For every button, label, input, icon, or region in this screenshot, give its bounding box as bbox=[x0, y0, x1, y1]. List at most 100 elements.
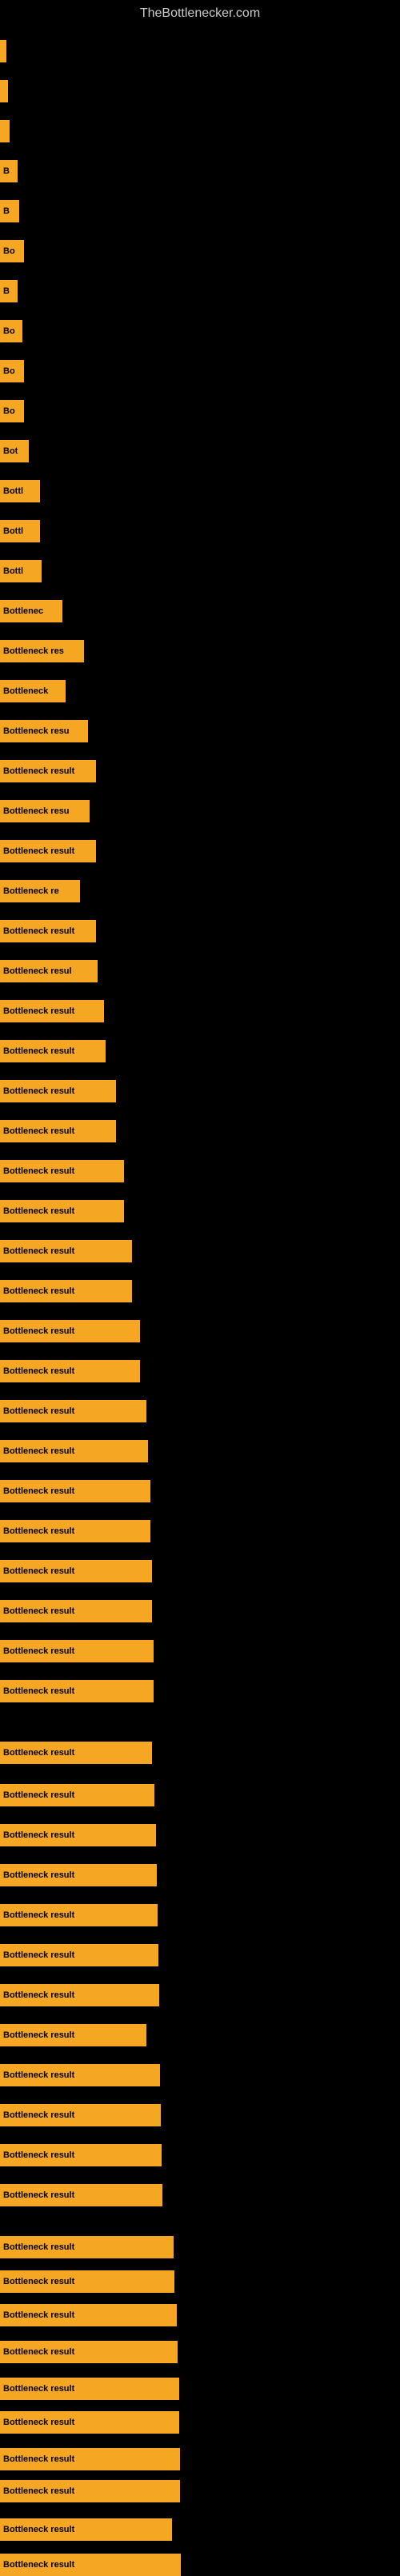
bar-item: Bo bbox=[0, 320, 22, 342]
bar-item: Bottleneck result bbox=[0, 2341, 178, 2363]
bar-item: Bottleneck result bbox=[0, 1280, 132, 1302]
bar-item: Bottleneck result bbox=[0, 2144, 162, 2166]
bar-item: Bo bbox=[0, 400, 24, 422]
bar-item: Bottleneck result bbox=[0, 2411, 179, 2434]
bar-label: Bottleneck result bbox=[3, 926, 74, 936]
bar-item: Bottleneck resu bbox=[0, 720, 88, 742]
bar-label: Bottleneck result bbox=[3, 1366, 74, 1376]
bar-label: Bottleneck result bbox=[3, 2190, 74, 2200]
bar-label: B bbox=[3, 166, 10, 176]
bar-item: Bottleneck result bbox=[0, 2270, 174, 2293]
bar-label: Bottleneck result bbox=[3, 1486, 74, 1496]
bar-item: Bottleneck result bbox=[0, 1200, 124, 1222]
bar-item: Bottleneck result bbox=[0, 1784, 154, 1806]
bar-label: Bottleneck result bbox=[3, 2030, 74, 2040]
site-title: TheBottlenecker.com bbox=[0, 0, 400, 27]
bar-item: Bottleneck resul bbox=[0, 960, 98, 982]
bar-label: Bottleneck result bbox=[3, 1748, 74, 1758]
bar-label: Bo bbox=[3, 246, 15, 256]
bar-item: Bottleneck result bbox=[0, 1320, 140, 1342]
bar-label: Bottleneck result bbox=[3, 1606, 74, 1616]
bar-label: Bottleneck result bbox=[3, 1246, 74, 1256]
bar-item: Bottleneck result bbox=[0, 1742, 152, 1764]
bar-label: Bottl bbox=[3, 526, 23, 536]
bar-item: Bot bbox=[0, 440, 29, 462]
bar-label: Bottleneck result bbox=[3, 1166, 74, 1176]
bar-item: Bottleneck result bbox=[0, 840, 96, 862]
bar-item: Bottleneck result bbox=[0, 2104, 161, 2126]
bar-label: Bottleneck result bbox=[3, 2454, 74, 2464]
bar-label: B bbox=[3, 286, 10, 296]
bar-label: Bottleneck result bbox=[3, 1870, 74, 1880]
bar-item: Bottleneck result bbox=[0, 920, 96, 942]
bar-label: Bottlenec bbox=[3, 606, 43, 616]
bar-item: Bo bbox=[0, 360, 24, 382]
bar-item: Bottleneck result bbox=[0, 1864, 157, 1886]
bar-item: Bottleneck result bbox=[0, 1240, 132, 1262]
bar-label: Bottleneck result bbox=[3, 2310, 74, 2320]
bar-item: Bottleneck result bbox=[0, 1160, 124, 1182]
bar-item: Bottleneck re bbox=[0, 880, 80, 902]
bar-label: Bottleneck result bbox=[3, 1286, 74, 1296]
bar-item: Bo bbox=[0, 240, 24, 262]
bar-label: Bottleneck result bbox=[3, 2150, 74, 2160]
bar-label: Bottleneck res bbox=[3, 646, 64, 656]
bar-label: Bottleneck result bbox=[3, 1126, 74, 1136]
bar-item: Bottleneck result bbox=[0, 2378, 179, 2400]
bar-item: Bottl bbox=[0, 480, 40, 502]
bar-label: Bottleneck result bbox=[3, 1406, 74, 1416]
bar-item: Bottleneck result bbox=[0, 1600, 152, 1622]
bar-item bbox=[0, 40, 6, 62]
bar-label: Bottleneck result bbox=[3, 1086, 74, 1096]
bar-item: Bottleneck result bbox=[0, 2024, 146, 2046]
bar-label: B bbox=[3, 206, 10, 216]
bar-label: Bottleneck result bbox=[3, 2384, 74, 2394]
bar-item: Bottleneck result bbox=[0, 1824, 156, 1846]
bar-item: Bottleneck result bbox=[0, 1360, 140, 1382]
bar-label: Bottleneck resul bbox=[3, 966, 72, 976]
bar-item: Bottleneck result bbox=[0, 760, 96, 782]
bar-label: Bottleneck result bbox=[3, 2110, 74, 2120]
bar-item: Bottl bbox=[0, 520, 40, 542]
bar-label: Bot bbox=[3, 446, 18, 456]
bar-item: Bottleneck result bbox=[0, 1040, 106, 1062]
bar-item: Bottleneck result bbox=[0, 2448, 180, 2470]
bar-label: Bottleneck result bbox=[3, 2347, 74, 2357]
bar-label: Bo bbox=[3, 366, 15, 376]
bar-item: Bottleneck result bbox=[0, 1520, 150, 1542]
bar-item: Bottleneck res bbox=[0, 640, 84, 662]
bar-label: Bottl bbox=[3, 486, 23, 496]
bar-item: Bottleneck result bbox=[0, 1440, 148, 1462]
bar-label: Bottleneck re bbox=[3, 886, 59, 896]
bar-item: Bottleneck result bbox=[0, 1640, 154, 1662]
bar-label: Bottleneck bbox=[3, 686, 48, 696]
bar-label: Bottleneck result bbox=[3, 1446, 74, 1456]
bar-label: Bottleneck result bbox=[3, 2277, 74, 2286]
bar-item: Bottleneck bbox=[0, 680, 66, 702]
bar-item: B bbox=[0, 200, 19, 222]
bar-item: Bottleneck result bbox=[0, 2064, 160, 2086]
bar-item: Bottleneck result bbox=[0, 2304, 177, 2326]
bar-label: Bottleneck result bbox=[3, 1646, 74, 1656]
bar-item: Bottleneck resu bbox=[0, 800, 90, 822]
bar-label: Bottleneck result bbox=[3, 1990, 74, 2000]
bar-label: Bottl bbox=[3, 566, 23, 576]
bar-item: Bottleneck result bbox=[0, 2554, 181, 2576]
bar-item: Bottleneck result bbox=[0, 1000, 104, 1022]
bar-label: Bottleneck resu bbox=[3, 806, 70, 816]
bar-item: Bottleneck result bbox=[0, 1904, 158, 1926]
bar-label: Bo bbox=[3, 406, 15, 416]
bar-label: Bottleneck result bbox=[3, 1326, 74, 1336]
bar-item: Bottleneck result bbox=[0, 1080, 116, 1102]
bar-item: Bottleneck result bbox=[0, 1944, 158, 1966]
bar-item bbox=[0, 80, 8, 102]
bar-item: Bottleneck result bbox=[0, 2518, 172, 2541]
bar-item: Bottleneck result bbox=[0, 2184, 162, 2206]
bar-item: Bottleneck result bbox=[0, 1984, 159, 2006]
bar-item: Bottleneck result bbox=[0, 1680, 154, 1702]
bar-label: Bottleneck result bbox=[3, 2242, 74, 2252]
bar-item: Bottleneck result bbox=[0, 1560, 152, 1582]
bar-item: Bottl bbox=[0, 560, 42, 582]
bar-item: Bottleneck result bbox=[0, 2480, 180, 2502]
bar-label: Bottleneck result bbox=[3, 1006, 74, 1016]
